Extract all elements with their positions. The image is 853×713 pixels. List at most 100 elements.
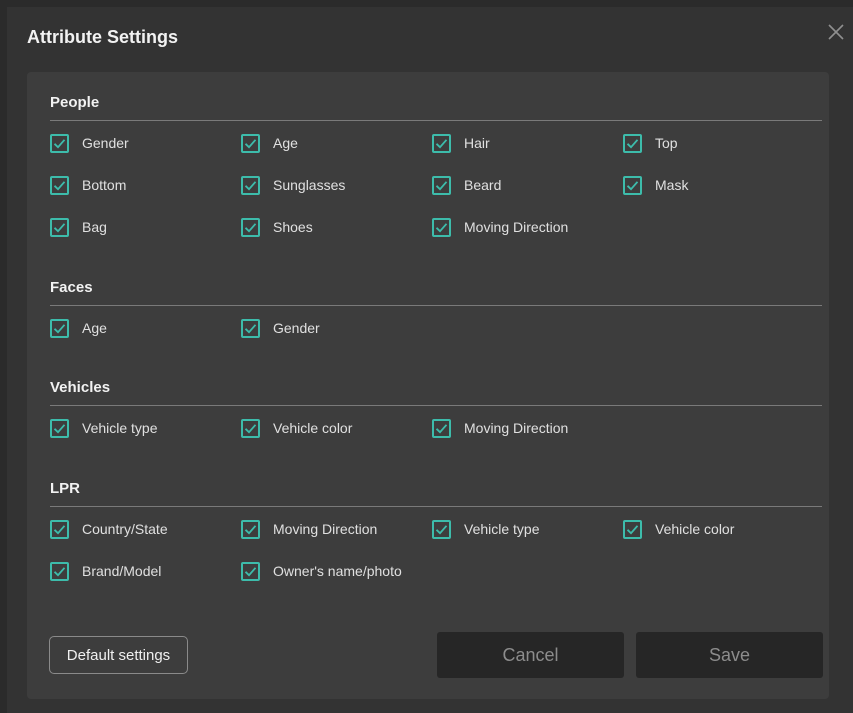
checkbox[interactable] (241, 318, 260, 338)
divider (50, 405, 822, 406)
cancel-button[interactable]: Cancel (437, 632, 624, 678)
checkmark-icon (53, 138, 66, 149)
settings-panel: People Gender Age Hair Top Bottom Sunglasses B… (27, 72, 829, 699)
section-title: Faces (50, 279, 93, 296)
checkbox-grid: Gender Age Hair Top Bottom Sunglasses Beard Mas… (50, 132, 822, 238)
section-title: LPR (50, 480, 80, 497)
checkbox-item[interactable]: Vehicle type (50, 417, 241, 439)
default-settings-button[interactable]: Default settings (49, 636, 188, 674)
checkbox-item[interactable]: Bag (50, 216, 241, 238)
checkbox-item[interactable]: Brand/Model (50, 560, 241, 582)
close-icon[interactable] (825, 23, 847, 45)
checkbox-item[interactable]: Sunglasses (241, 174, 432, 196)
divider (50, 120, 822, 121)
checkbox-item[interactable]: Age (241, 132, 432, 154)
checkbox-item[interactable]: Moving Direction (241, 518, 432, 540)
checkbox[interactable] (432, 217, 451, 237)
section-title: Vehicles (50, 379, 111, 396)
checkbox-item[interactable]: Country/State (50, 518, 241, 540)
checkbox[interactable] (432, 133, 451, 153)
checkbox-label: Country/State (82, 521, 168, 537)
checkbox-item[interactable]: Top (623, 132, 814, 154)
checkbox[interactable] (241, 418, 260, 438)
checkbox-label: Beard (464, 177, 502, 193)
checkbox[interactable] (50, 217, 69, 237)
checkbox[interactable] (241, 175, 260, 195)
checkbox-label: Top (655, 135, 678, 151)
checkbox-label: Owner's name/photo (273, 563, 402, 579)
checkbox[interactable] (623, 133, 642, 153)
checkbox[interactable] (241, 561, 260, 581)
checkmark-icon (626, 138, 639, 149)
checkmark-icon (244, 423, 257, 434)
checkmark-icon (53, 423, 66, 434)
checkbox-grid: Vehicle type Vehicle color Moving Directio… (50, 417, 822, 439)
checkbox-item[interactable]: Gender (50, 132, 241, 154)
checkbox-item[interactable]: Shoes (241, 216, 432, 238)
checkbox[interactable] (50, 519, 69, 539)
checkbox-grid: Age Gender (50, 317, 822, 339)
checkbox-item[interactable]: Owner's name/photo (241, 560, 432, 582)
checkmark-icon (244, 180, 257, 191)
checkmark-icon (53, 566, 66, 577)
checkbox-item[interactable]: Moving Direction (432, 417, 623, 439)
checkmark-icon (53, 180, 66, 191)
checkbox[interactable] (50, 175, 69, 195)
checkmark-icon (244, 222, 257, 233)
checkbox-label: Vehicle color (273, 420, 353, 436)
checkbox-grid: Country/State Moving Direction Vehicle typ… (50, 518, 822, 582)
checkbox[interactable] (432, 418, 451, 438)
checkmark-icon (435, 222, 448, 233)
checkbox-item[interactable]: Gender (241, 317, 432, 339)
checkbox-label: Moving Direction (273, 521, 378, 537)
checkbox[interactable] (432, 519, 451, 539)
divider (50, 506, 822, 507)
checkbox-item[interactable]: Mask (623, 174, 814, 196)
checkbox-label: Moving Direction (464, 420, 569, 436)
checkmark-icon (244, 524, 257, 535)
checkbox-item[interactable]: Vehicle type (432, 518, 623, 540)
dialog-title: Attribute Settings (27, 27, 178, 47)
divider (50, 305, 822, 306)
attribute-settings-dialog: Attribute Settings People Gender Age Hair T… (7, 7, 853, 713)
checkbox-label: Shoes (273, 219, 313, 235)
checkbox-label: Gender (273, 320, 320, 336)
checkbox[interactable] (623, 175, 642, 195)
checkbox-label: Bag (82, 219, 107, 235)
checkbox-label: Moving Direction (464, 219, 569, 235)
section-vehicles: Vehicles Vehicle type Vehicle color Moving… (50, 373, 822, 439)
checkbox[interactable] (623, 519, 642, 539)
save-button[interactable]: Save (636, 632, 823, 678)
checkmark-icon (244, 138, 257, 149)
checkmark-icon (53, 222, 66, 233)
checkbox-label: Bottom (82, 177, 127, 193)
checkbox-item[interactable]: Beard (432, 174, 623, 196)
checkbox-label: Vehicle type (464, 521, 540, 537)
section-lpr: LPR Country/State Moving Direction Vehicle… (50, 474, 822, 582)
checkbox-label: Gender (82, 135, 129, 151)
checkbox-item[interactable]: Vehicle color (241, 417, 432, 439)
checkbox-item[interactable]: Vehicle color (623, 518, 814, 540)
checkbox-item[interactable]: Bottom (50, 174, 241, 196)
checkbox[interactable] (50, 561, 69, 581)
checkmark-icon (244, 323, 257, 334)
checkmark-icon (435, 524, 448, 535)
checkbox[interactable] (241, 519, 260, 539)
checkbox-item[interactable]: Age (50, 317, 241, 339)
checkbox[interactable] (50, 318, 69, 338)
checkbox[interactable] (50, 418, 69, 438)
checkmark-icon (435, 138, 448, 149)
checkbox[interactable] (241, 133, 260, 153)
section-people: People Gender Age Hair Top Bottom Sunglasses B… (50, 88, 822, 238)
checkbox-item[interactable]: Hair (432, 132, 623, 154)
checkbox[interactable] (432, 175, 451, 195)
checkbox-label: Mask (655, 177, 689, 193)
checkbox-label: Hair (464, 135, 490, 151)
checkmark-icon (626, 524, 639, 535)
checkbox[interactable] (50, 133, 69, 153)
checkbox-label: Age (273, 135, 298, 151)
section-faces: Faces Age Gender (50, 273, 822, 339)
checkbox-item[interactable]: Moving Direction (432, 216, 623, 238)
checkmark-icon (244, 566, 257, 577)
checkbox[interactable] (241, 217, 260, 237)
